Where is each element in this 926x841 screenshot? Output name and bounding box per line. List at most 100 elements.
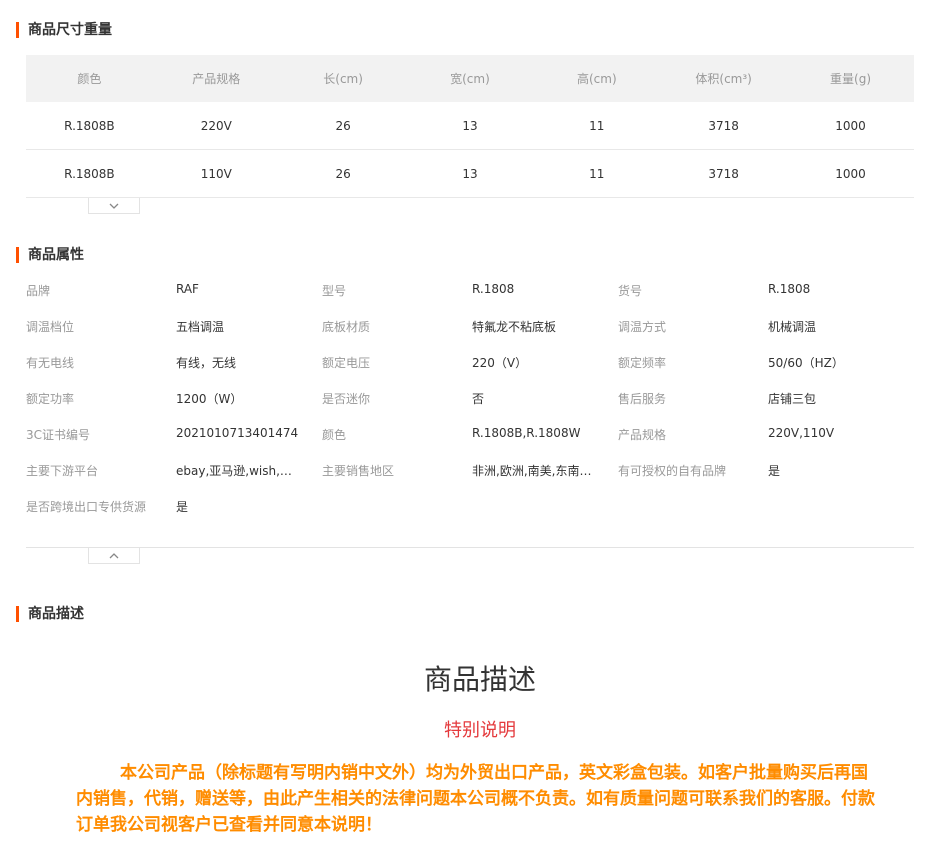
attr-item: 是否跨境出口专供货源 是 xyxy=(26,498,322,515)
attr-item: 额定功率 1200（W） xyxy=(26,390,322,407)
attr-item: 货号 R.1808 xyxy=(618,282,914,299)
attr-row: 主要下游平台 ebay,亚马逊,wish,速… 主要销售地区 非洲,欧洲,南美,东南… xyxy=(26,452,914,488)
attr-label: 品牌 xyxy=(26,283,51,298)
attr-value: 机械调温 xyxy=(768,319,817,334)
attr-label: 产品规格 xyxy=(618,427,667,442)
attr-label: 有可授权的自有品牌 xyxy=(618,463,727,478)
attr-item: 是否迷你 否 xyxy=(322,390,618,407)
attr-value: 店铺三包 xyxy=(768,391,817,406)
attr-value: 五档调温 xyxy=(176,319,225,334)
attr-item: 主要下游平台 ebay,亚马逊,wish,速… xyxy=(26,462,322,479)
col-width: 宽(cm) xyxy=(406,55,534,102)
attr-row: 品牌 RAF 型号 R.1808 货号 R.1808 xyxy=(26,272,914,308)
attr-item: 售后服务 店铺三包 xyxy=(618,390,914,407)
table-row: R.1808B 220V 26 13 11 3718 1000 xyxy=(26,102,914,150)
table-cell: 1000 xyxy=(787,102,914,150)
table-cell: 3718 xyxy=(660,149,788,198)
attr-section-title: 商品属性 xyxy=(16,247,84,263)
attr-value: 220V,110V xyxy=(768,425,835,440)
table-cell: R.1808B xyxy=(26,149,153,198)
attr-label: 3C证书编号 xyxy=(26,427,91,442)
expand-size-table-button[interactable] xyxy=(88,198,140,214)
attr-label: 额定频率 xyxy=(618,355,667,370)
description-heading: 商品描述 xyxy=(423,663,536,696)
attr-row: 调温档位 五档调温 底板材质 特氟龙不粘底板 调温方式 机械调温 xyxy=(26,308,914,344)
attr-value: ebay,亚马逊,wish,速… xyxy=(176,463,300,478)
attr-label: 型号 xyxy=(322,283,347,298)
col-height: 高(cm) xyxy=(533,55,661,102)
table-cell: 220V xyxy=(152,102,280,150)
attr-label: 额定电压 xyxy=(322,355,371,370)
attr-label: 货号 xyxy=(618,283,643,298)
description-text: 本公司产品（除标题有写明内销中文外）均为外贸出口产品，英文彩盒包装。如客户批量购… xyxy=(76,763,875,835)
table-cell: 11 xyxy=(533,149,661,198)
attr-label: 主要销售地区 xyxy=(322,463,395,478)
attr-item: 额定频率 50/60（HZ） xyxy=(618,354,914,371)
attr-item: 品牌 RAF xyxy=(26,282,322,299)
attr-value: R.1808B,R.1808W xyxy=(472,425,581,440)
attr-value: 特氟龙不粘底板 xyxy=(472,319,557,334)
attr-value: RAF xyxy=(176,281,199,296)
description-body: 本公司产品（除标题有写明内销中文外）均为外贸出口产品，英文彩盒包装。如客户批量购… xyxy=(76,760,876,838)
attr-item: 主要销售地区 非洲,欧洲,南美,东南… xyxy=(322,462,618,479)
size-table: 颜色 产品规格 长(cm) 宽(cm) 高(cm) 体积(cm³) 重量(g) … xyxy=(26,55,914,198)
table-cell: 13 xyxy=(406,149,534,198)
attr-label: 颜色 xyxy=(322,427,347,442)
col-volume: 体积(cm³) xyxy=(660,55,788,102)
table-cell: 26 xyxy=(279,102,407,150)
attr-item: 额定电压 220（V） xyxy=(322,354,618,371)
description-subheading: 特别说明 xyxy=(444,720,516,741)
attr-item: 型号 R.1808 xyxy=(322,282,618,299)
table-cell: 11 xyxy=(533,102,661,150)
chevron-up-icon xyxy=(109,552,119,558)
col-length: 长(cm) xyxy=(279,55,407,102)
attr-value: 220（V） xyxy=(472,355,528,370)
attr-value: 是 xyxy=(768,463,781,478)
col-weight: 重量(g) xyxy=(787,55,914,102)
attr-item: 颜色 R.1808B,R.1808W xyxy=(322,426,618,443)
table-cell: R.1808B xyxy=(26,102,153,150)
attr-value: 有线，无线 xyxy=(176,355,237,370)
attr-value: 50/60（HZ） xyxy=(768,355,844,370)
attr-label: 调温档位 xyxy=(26,319,75,334)
attributes-grid: 品牌 RAF 型号 R.1808 货号 R.1808 调温档位 五档调温 底板材质 特氟龙… xyxy=(26,272,914,524)
size-section-title: 商品尺寸重量 xyxy=(16,22,112,38)
size-table-header: 颜色 产品规格 长(cm) 宽(cm) 高(cm) 体积(cm³) 重量(g) xyxy=(26,55,914,102)
attr-item: 3C证书编号 2021010713401474 xyxy=(26,426,322,443)
attr-label: 额定功率 xyxy=(26,391,75,406)
table-cell: 26 xyxy=(279,149,407,198)
table-cell: 110V xyxy=(152,149,280,198)
attr-row: 有无电线 有线，无线 额定电压 220（V） 额定频率 50/60（HZ） xyxy=(26,344,914,380)
table-row: R.1808B 110V 26 13 11 3718 1000 xyxy=(26,149,914,198)
attr-label: 有无电线 xyxy=(26,355,75,370)
attr-row: 额定功率 1200（W） 是否迷你 否 售后服务 店铺三包 xyxy=(26,380,914,416)
attr-divider xyxy=(26,547,914,548)
attr-label: 是否跨境出口专供货源 xyxy=(26,499,147,514)
attr-value: R.1808 xyxy=(472,281,515,296)
table-cell: 13 xyxy=(406,102,534,150)
attr-item: 底板材质 特氟龙不粘底板 xyxy=(322,318,618,335)
attr-label: 调温方式 xyxy=(618,319,667,334)
attr-row: 是否跨境出口专供货源 是 xyxy=(26,488,914,524)
attr-item: 有无电线 有线，无线 xyxy=(26,354,322,371)
attr-value: 1200（W） xyxy=(176,391,243,406)
attr-item: 调温档位 五档调温 xyxy=(26,318,322,335)
attr-value: 2021010713401474 xyxy=(176,425,299,440)
attr-value: 否 xyxy=(472,391,485,406)
table-cell: 1000 xyxy=(787,149,914,198)
col-color: 颜色 xyxy=(26,55,153,102)
table-cell: 3718 xyxy=(660,102,788,150)
chevron-down-icon xyxy=(109,203,119,209)
attr-value: 非洲,欧洲,南美,东南… xyxy=(472,463,592,478)
attr-label: 是否迷你 xyxy=(322,391,371,406)
attr-label: 底板材质 xyxy=(322,319,371,334)
attr-label: 售后服务 xyxy=(618,391,667,406)
attr-item: 产品规格 220V,110V xyxy=(618,426,914,443)
col-spec: 产品规格 xyxy=(152,55,280,102)
attr-value: 是 xyxy=(176,499,189,514)
desc-section-title: 商品描述 xyxy=(16,606,84,622)
attr-row: 3C证书编号 2021010713401474 颜色 R.1808B,R.1808W… xyxy=(26,416,914,452)
attr-value: R.1808 xyxy=(768,281,811,296)
collapse-attributes-button[interactable] xyxy=(88,548,140,564)
attr-item: 调温方式 机械调温 xyxy=(618,318,914,335)
